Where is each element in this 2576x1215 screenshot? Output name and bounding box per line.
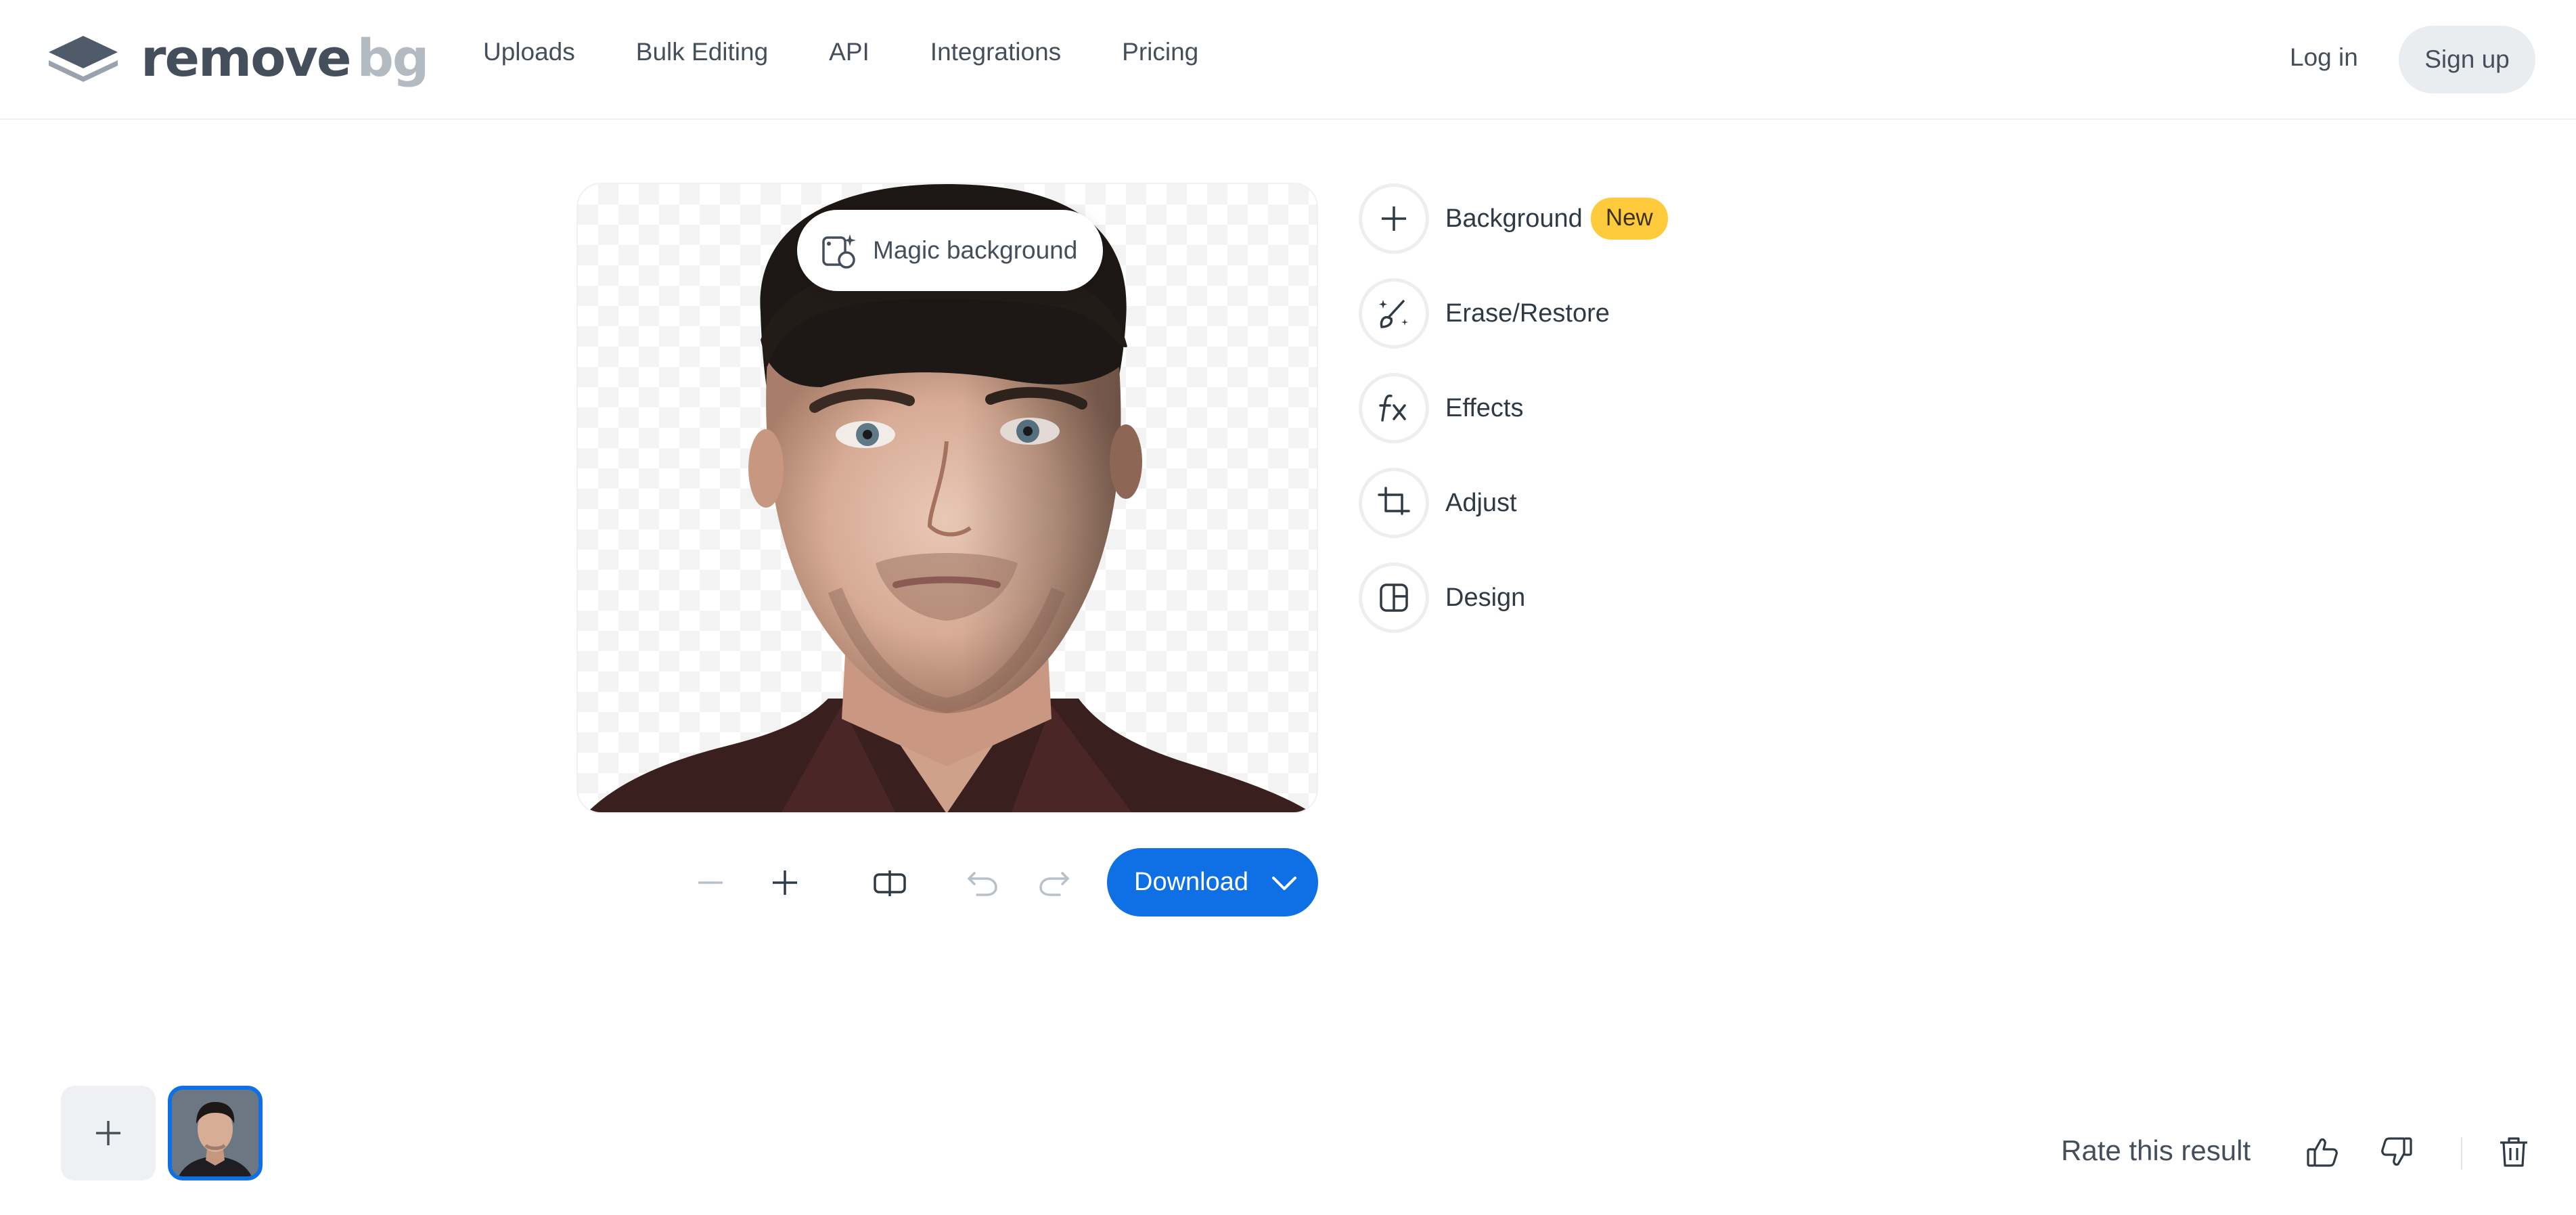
tool-erase-label: Erase/Restore xyxy=(1445,299,1610,328)
tool-background-label: Background xyxy=(1445,204,1583,233)
login-link[interactable]: Log in xyxy=(2290,43,2358,72)
undo-button[interactable] xyxy=(955,856,1010,910)
compare-button[interactable] xyxy=(863,856,917,910)
logo-icon xyxy=(49,36,118,82)
tool-background-circle xyxy=(1359,183,1429,254)
tool-erase-restore[interactable]: Erase/Restore xyxy=(1359,276,1738,351)
thumbs-down-button[interactable] xyxy=(2370,1125,2424,1179)
logo-text-remove: remove xyxy=(141,27,352,88)
plus-icon xyxy=(1382,206,1406,231)
tool-adjust[interactable]: Adjust xyxy=(1359,466,1738,540)
download-button[interactable]: Download xyxy=(1107,848,1318,916)
magic-background-button[interactable]: Magic background xyxy=(797,210,1103,291)
redo-button[interactable] xyxy=(1027,856,1081,910)
chevron-down-icon[interactable] xyxy=(1271,871,1298,894)
compare-icon xyxy=(874,870,906,896)
tool-adjust-label: Adjust xyxy=(1445,488,1517,517)
tool-adjust-circle xyxy=(1359,468,1429,538)
undo-icon xyxy=(967,872,997,896)
top-header: remove bg Uploads Bulk Editing API Integr… xyxy=(0,0,2576,120)
zoom-out-button[interactable] xyxy=(683,856,738,910)
edit-tools-panel: Background New Erase/Restore Effects Adj… xyxy=(1359,181,1738,655)
add-image-button[interactable] xyxy=(61,1086,156,1180)
image-canvas[interactable]: Magic background xyxy=(577,183,1318,814)
magic-background-label: Magic background xyxy=(873,236,1078,264)
trash-icon xyxy=(2500,1137,2527,1167)
magic-brush-icon xyxy=(1379,300,1408,328)
thumbs-down-icon xyxy=(2381,1137,2412,1166)
tool-effects-label: Effects xyxy=(1445,393,1524,422)
logo[interactable]: remove bg xyxy=(46,27,430,88)
rating-divider xyxy=(2461,1137,2462,1170)
plus-icon xyxy=(96,1121,120,1145)
new-badge: New xyxy=(1590,198,1668,240)
layout-icon xyxy=(1380,583,1408,612)
thumbs-up-button[interactable] xyxy=(2295,1125,2349,1179)
tool-background[interactable]: Background New xyxy=(1359,181,1738,256)
nav-api[interactable]: API xyxy=(829,38,869,66)
magic-sparkle-icon xyxy=(822,234,856,269)
tool-design-circle xyxy=(1359,562,1429,633)
nav-uploads[interactable]: Uploads xyxy=(483,38,575,66)
rate-result-label: Rate this result xyxy=(2061,1134,2251,1166)
minus-icon xyxy=(698,881,723,884)
logo-text-bg: bg xyxy=(357,27,430,88)
tool-effects-circle xyxy=(1359,373,1429,443)
crop-icon xyxy=(1378,487,1410,515)
download-label: Download xyxy=(1134,868,1248,896)
main-nav: Uploads Bulk Editing API Integrations Pr… xyxy=(483,38,1198,66)
tool-erase-circle xyxy=(1359,278,1429,349)
nav-integrations[interactable]: Integrations xyxy=(930,38,1061,66)
tool-design[interactable]: Design xyxy=(1359,560,1738,635)
image-thumbnail[interactable] xyxy=(168,1086,263,1180)
signup-button[interactable]: Sign up xyxy=(2399,26,2535,93)
delete-button[interactable] xyxy=(2487,1125,2541,1179)
fx-icon xyxy=(1379,394,1406,422)
thumbs-up-icon xyxy=(2307,1138,2338,1167)
nav-bulk-editing[interactable]: Bulk Editing xyxy=(636,38,768,66)
thumbnail-portrait xyxy=(172,1090,258,1176)
zoom-in-button[interactable] xyxy=(758,856,812,910)
tool-effects[interactable]: Effects xyxy=(1359,371,1738,445)
plus-icon xyxy=(773,870,797,895)
nav-pricing[interactable]: Pricing xyxy=(1122,38,1198,66)
redo-icon xyxy=(1039,872,1070,896)
tool-design-label: Design xyxy=(1445,583,1526,612)
